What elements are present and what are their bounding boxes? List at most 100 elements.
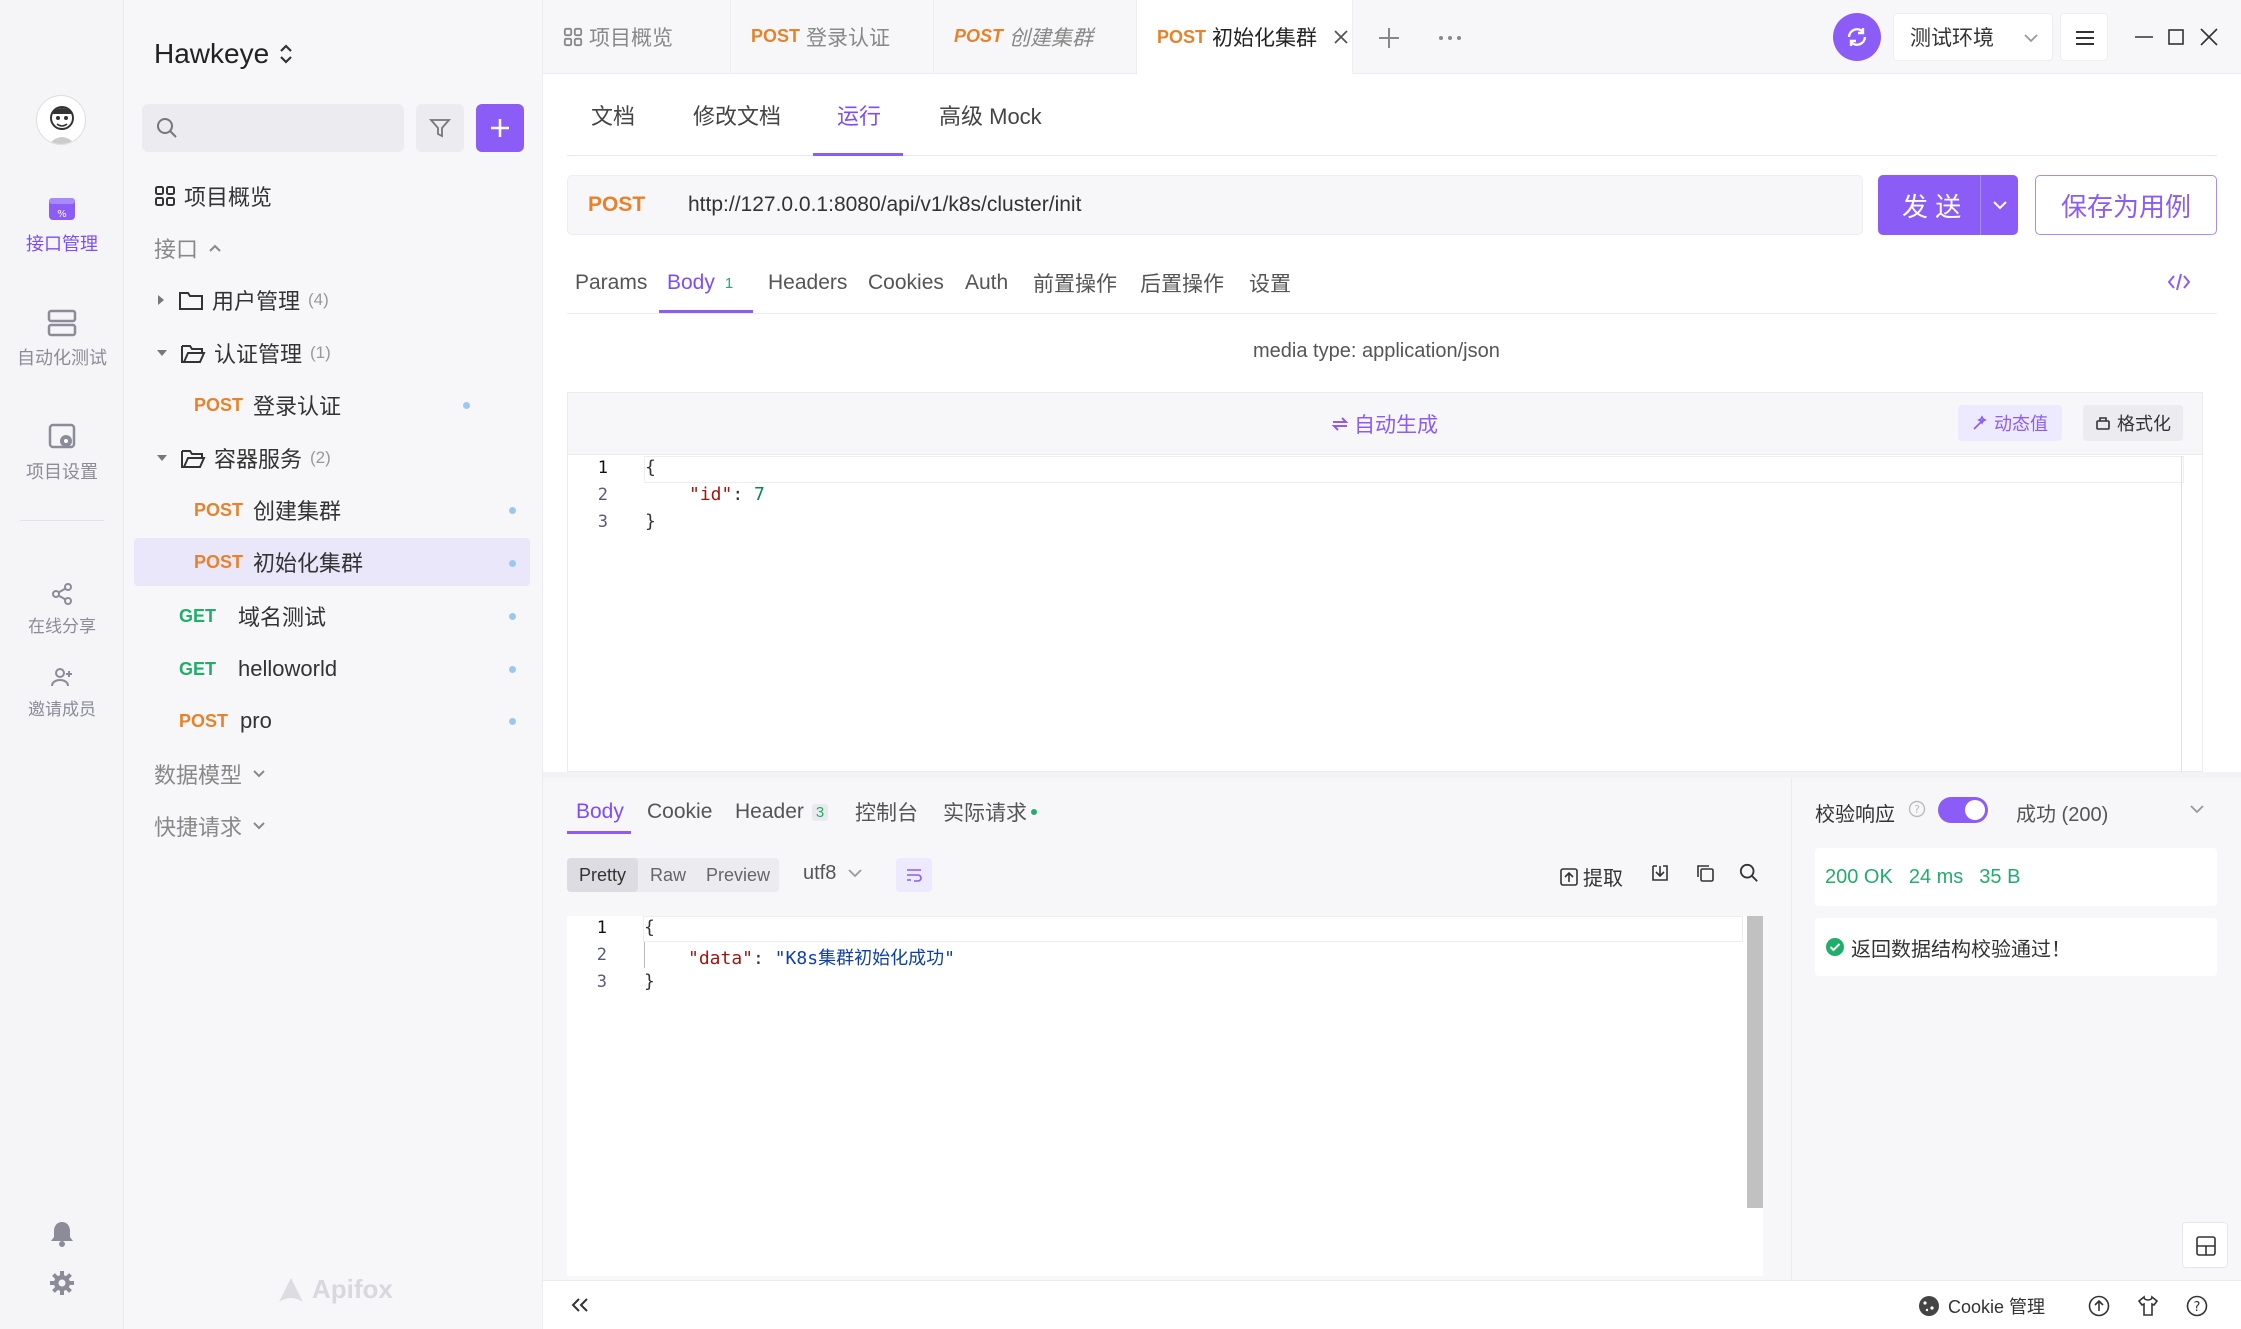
folder-auth-mgmt[interactable]: 认证管理 (1) (156, 329, 331, 377)
req-tab-body[interactable]: Body 1 (667, 252, 733, 314)
maximize-icon[interactable] (2168, 29, 2184, 45)
close-icon[interactable] (1333, 29, 1349, 45)
code-line[interactable]: } (645, 511, 656, 532)
search-box[interactable] (142, 104, 404, 152)
rail-item-automation[interactable]: 自动化测试 (0, 308, 124, 370)
format-button[interactable]: 格式化 (2083, 405, 2183, 441)
resp-tab-console[interactable]: 控制台 (855, 790, 918, 834)
status-dot (1031, 809, 1037, 815)
filter-button[interactable] (416, 104, 464, 152)
tab-create-cluster[interactable]: POST 创建集群 (934, 0, 1137, 73)
collapse-icon[interactable] (571, 1297, 589, 1313)
subtab-run[interactable]: 运行 (837, 74, 881, 156)
sync-button[interactable] (1833, 13, 1881, 61)
folder-container-svc[interactable]: 容器服务 (2) (156, 434, 331, 482)
folder-user-mgmt[interactable]: 用户管理 (4) (156, 276, 329, 324)
wrap-button[interactable] (896, 858, 932, 892)
method-select[interactable]: POST (588, 193, 678, 217)
more-icon[interactable] (1438, 35, 1462, 41)
validate-toggle[interactable] (1938, 797, 1988, 823)
gear-icon[interactable] (49, 1270, 75, 1296)
layout-toggle-button[interactable] (2182, 1222, 2228, 1268)
search-icon[interactable] (1739, 863, 1759, 883)
req-tab-cookies[interactable]: Cookies (868, 252, 944, 314)
resp-tab-actual[interactable]: 实际请求 (943, 790, 1037, 834)
subtab-edit-doc[interactable]: 修改文档 (693, 74, 781, 156)
copy-icon[interactable] (1695, 863, 1715, 883)
sidebar-item-overview[interactable]: 项目概览 (154, 172, 272, 220)
code-line[interactable]: "id": 7 (689, 484, 765, 505)
bell-icon[interactable] (49, 1220, 75, 1248)
validate-result[interactable]: 成功 (200) (2016, 798, 2108, 827)
code-line[interactable]: } (644, 971, 655, 992)
encoding-select[interactable]: utf8 (803, 862, 862, 885)
subtab-mock[interactable]: 高级 Mock (939, 74, 1042, 156)
response-panel: Body Cookie Header 3 控制台 实际请求 Pretty Raw… (543, 778, 1791, 1280)
help-circle-icon[interactable]: ? (2186, 1295, 2208, 1317)
code-line[interactable]: { (644, 917, 655, 938)
endpoint-domain-test[interactable]: GET 域名测试 (179, 592, 326, 640)
auto-generate-button[interactable]: 自动生成 (1330, 409, 1438, 439)
code-line[interactable]: { (645, 457, 656, 478)
avatar[interactable] (36, 95, 86, 145)
endpoint-helloworld[interactable]: GET helloworld (179, 645, 337, 693)
endpoint-pro[interactable]: POST pro (179, 697, 272, 745)
window-close-icon[interactable] (2200, 28, 2218, 46)
tab-overview[interactable]: 项目概览 (543, 0, 731, 73)
cookie-manager-button[interactable]: Cookie 管理 (1918, 1293, 2045, 1319)
json-brace: } (644, 971, 655, 992)
project-switcher[interactable]: Hawkeye (154, 38, 293, 70)
req-tab-settings[interactable]: 设置 (1249, 252, 1291, 314)
section-api[interactable]: 接口 (154, 224, 222, 272)
view-mode-preview[interactable]: Preview (698, 865, 778, 886)
resp-tab-header[interactable]: Header 3 (735, 790, 829, 834)
url-bar[interactable]: POST http://127.0.0.1:8080/api/v1/k8s/cl… (567, 175, 1863, 235)
endpoint-create-cluster[interactable]: POST 创建集群 (194, 486, 341, 534)
section-models[interactable]: 数据模型 (154, 750, 266, 798)
req-tab-pre[interactable]: 前置操作 (1033, 252, 1117, 314)
chevron-down-icon[interactable] (2190, 805, 2204, 814)
rail-item-api[interactable]: % 接口管理 (0, 194, 124, 256)
chevron-down-icon (848, 869, 862, 878)
rail-item-share[interactable]: 在线分享 (0, 582, 124, 637)
chevron-down-icon (252, 769, 266, 779)
api-icon: % (47, 194, 77, 224)
view-mode-pretty[interactable]: Pretty (567, 858, 639, 892)
resp-tab-body[interactable]: Body (576, 790, 624, 834)
svg-text:%: % (57, 209, 67, 220)
send-button[interactable]: 发 送 (1878, 175, 2018, 235)
shirt-icon[interactable] (2137, 1295, 2159, 1317)
code-icon[interactable] (2167, 272, 2191, 292)
req-tab-auth[interactable]: Auth (965, 252, 1008, 314)
view-mode-raw[interactable]: Raw (638, 865, 698, 886)
dynamic-value-button[interactable]: 动态值 (1958, 405, 2062, 441)
resp-tab-label: Body (576, 800, 624, 823)
chevron-down-icon[interactable] (1993, 200, 2007, 210)
scrollbar-thumb[interactable] (1747, 916, 1763, 1208)
req-tab-post[interactable]: 后置操作 (1140, 252, 1224, 314)
extract-button[interactable]: 提取 (1559, 862, 1623, 891)
req-tab-params[interactable]: Params (575, 252, 647, 314)
status-dot (463, 401, 470, 409)
env-select[interactable]: 测试环境 (1893, 13, 2053, 61)
help-icon[interactable]: ? (1908, 800, 1926, 818)
download-icon[interactable] (1650, 863, 1670, 883)
resp-tab-cookie[interactable]: Cookie (647, 790, 712, 834)
rail-item-settings[interactable]: 项目设置 (0, 422, 124, 484)
save-case-button[interactable]: 保存为用例 (2035, 175, 2217, 235)
tab-login[interactable]: POST 登录认证 (731, 0, 934, 73)
upload-icon[interactable] (2088, 1295, 2110, 1317)
minimize-icon[interactable] (2135, 36, 2153, 38)
req-tab-headers[interactable]: Headers (768, 252, 847, 314)
section-quick[interactable]: 快捷请求 (154, 802, 266, 850)
url-input[interactable]: http://127.0.0.1:8080/api/v1/k8s/cluster… (688, 193, 1081, 217)
tab-init-cluster[interactable]: POST 初始化集群 (1137, 0, 1353, 74)
endpoint-init-cluster[interactable]: POST 初始化集群 (194, 538, 363, 586)
menu-button[interactable] (2060, 13, 2108, 61)
add-button[interactable] (476, 104, 524, 152)
rail-item-invite[interactable]: 邀请成员 (0, 665, 124, 720)
code-line[interactable]: "data": "K8s集群初始化成功" (688, 944, 955, 970)
filter-icon (429, 117, 451, 139)
new-tab-plus-icon[interactable] (1378, 27, 1400, 49)
subtab-doc[interactable]: 文档 (591, 74, 635, 156)
